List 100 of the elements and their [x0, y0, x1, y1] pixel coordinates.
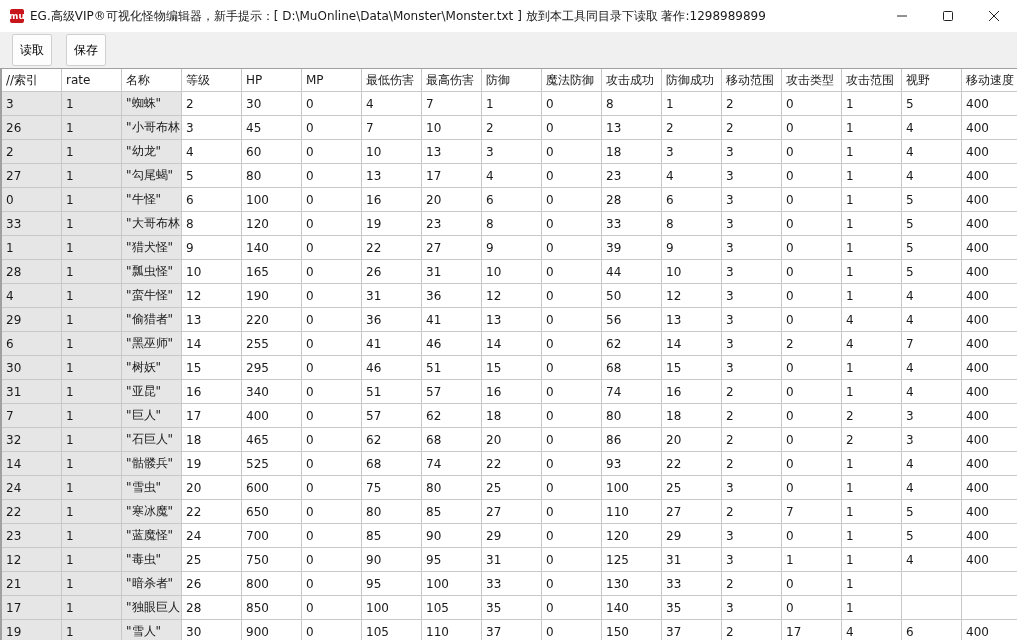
table-cell[interactable]: 33: [662, 572, 722, 596]
table-cell[interactable]: 650: [242, 500, 302, 524]
table-cell[interactable]: 1: [842, 380, 902, 404]
table-cell[interactable]: 30: [2, 356, 62, 380]
table-cell[interactable]: 4: [902, 548, 962, 572]
table-cell[interactable]: 8: [602, 92, 662, 116]
table-cell[interactable]: 1: [62, 212, 122, 236]
table-cell[interactable]: "暗杀者": [122, 572, 182, 596]
table-cell[interactable]: 29: [482, 524, 542, 548]
table-cell[interactable]: 41: [422, 308, 482, 332]
table-cell[interactable]: 1: [842, 548, 902, 572]
column-header[interactable]: 名称: [122, 69, 182, 92]
table-cell[interactable]: 2: [482, 116, 542, 140]
table-cell[interactable]: 0: [782, 260, 842, 284]
table-cell[interactable]: 57: [422, 380, 482, 404]
table-cell[interactable]: 80: [362, 500, 422, 524]
table-cell[interactable]: 14: [182, 332, 242, 356]
table-cell[interactable]: 51: [422, 356, 482, 380]
table-cell[interactable]: 2: [722, 92, 782, 116]
table-cell[interactable]: 1: [62, 284, 122, 308]
table-cell[interactable]: 4: [842, 308, 902, 332]
table-cell[interactable]: 31: [2, 380, 62, 404]
table-cell[interactable]: "牛怪": [122, 188, 182, 212]
table-cell[interactable]: 13: [362, 164, 422, 188]
table-cell[interactable]: 4: [482, 164, 542, 188]
table-cell[interactable]: 0: [302, 308, 362, 332]
column-header[interactable]: 攻击类型: [782, 69, 842, 92]
table-cell[interactable]: 10: [482, 260, 542, 284]
table-cell[interactable]: 3: [662, 140, 722, 164]
table-cell[interactable]: 0: [542, 92, 602, 116]
column-header[interactable]: 魔法防御: [542, 69, 602, 92]
table-cell[interactable]: 0: [782, 524, 842, 548]
table-cell[interactable]: 0: [542, 236, 602, 260]
table-cell[interactable]: 3: [722, 236, 782, 260]
table-cell[interactable]: 4: [902, 140, 962, 164]
table-cell[interactable]: 14: [482, 332, 542, 356]
table-cell[interactable]: 2: [722, 380, 782, 404]
table-cell[interactable]: 23: [422, 212, 482, 236]
table-cell[interactable]: 13: [602, 116, 662, 140]
table-cell[interactable]: 1: [842, 212, 902, 236]
table-cell[interactable]: 1: [482, 92, 542, 116]
table-cell[interactable]: 1: [842, 140, 902, 164]
table-cell[interactable]: 165: [242, 260, 302, 284]
table-cell[interactable]: 2: [722, 116, 782, 140]
table-cell[interactable]: 16: [182, 380, 242, 404]
table-cell[interactable]: 1: [62, 260, 122, 284]
table-cell[interactable]: "蓝魔怪": [122, 524, 182, 548]
column-header[interactable]: //索引: [2, 69, 62, 92]
table-cell[interactable]: 4: [182, 140, 242, 164]
table-cell[interactable]: 1: [842, 164, 902, 188]
table-cell[interactable]: 90: [362, 548, 422, 572]
table-cell[interactable]: 4: [902, 356, 962, 380]
table-cell[interactable]: 0: [302, 92, 362, 116]
table-cell[interactable]: 68: [602, 356, 662, 380]
table-cell[interactable]: 41: [362, 332, 422, 356]
table-cell[interactable]: 4: [902, 452, 962, 476]
table-cell[interactable]: 0: [782, 452, 842, 476]
table-cell[interactable]: 62: [362, 428, 422, 452]
table-cell[interactable]: 18: [602, 140, 662, 164]
table-cell[interactable]: 44: [602, 260, 662, 284]
table-cell[interactable]: 1: [62, 380, 122, 404]
table-cell[interactable]: 1: [62, 140, 122, 164]
table-cell[interactable]: 56: [602, 308, 662, 332]
table-cell[interactable]: 1: [62, 404, 122, 428]
table-cell[interactable]: 3: [722, 140, 782, 164]
table-cell[interactable]: 1: [842, 356, 902, 380]
table-cell[interactable]: 35: [482, 596, 542, 620]
table-cell[interactable]: 0: [302, 332, 362, 356]
table-cell[interactable]: 2: [842, 404, 902, 428]
table-cell[interactable]: 17: [422, 164, 482, 188]
table-cell[interactable]: 2: [2, 140, 62, 164]
table-cell[interactable]: 0: [302, 500, 362, 524]
table-cell[interactable]: 600: [242, 476, 302, 500]
table-cell[interactable]: 0: [542, 476, 602, 500]
table-cell[interactable]: 0: [782, 428, 842, 452]
table-cell[interactable]: 4: [902, 380, 962, 404]
table-cell[interactable]: 0: [542, 428, 602, 452]
table-cell[interactable]: 0: [782, 284, 842, 308]
table-cell[interactable]: "勾尾蝎": [122, 164, 182, 188]
table-cell[interactable]: 27: [662, 500, 722, 524]
table-cell[interactable]: 0: [782, 308, 842, 332]
table-cell[interactable]: 0: [302, 236, 362, 260]
table-cell[interactable]: 130: [602, 572, 662, 596]
column-header[interactable]: HP: [242, 69, 302, 92]
table-cell[interactable]: 1: [62, 428, 122, 452]
table-cell[interactable]: 10: [422, 116, 482, 140]
table-cell[interactable]: 1: [62, 572, 122, 596]
table-cell[interactable]: 750: [242, 548, 302, 572]
table-cell[interactable]: 80: [242, 164, 302, 188]
table-cell[interactable]: 25: [662, 476, 722, 500]
table-cell[interactable]: 3: [722, 260, 782, 284]
table-cell[interactable]: 0: [302, 356, 362, 380]
table-cell[interactable]: 3: [182, 116, 242, 140]
table-cell[interactable]: 140: [602, 596, 662, 620]
column-header[interactable]: 攻击范围: [842, 69, 902, 92]
table-cell[interactable]: 16: [362, 188, 422, 212]
table-cell[interactable]: 6: [182, 188, 242, 212]
table-cell[interactable]: 7: [422, 92, 482, 116]
table-cell[interactable]: 1: [842, 524, 902, 548]
table-cell[interactable]: 46: [422, 332, 482, 356]
